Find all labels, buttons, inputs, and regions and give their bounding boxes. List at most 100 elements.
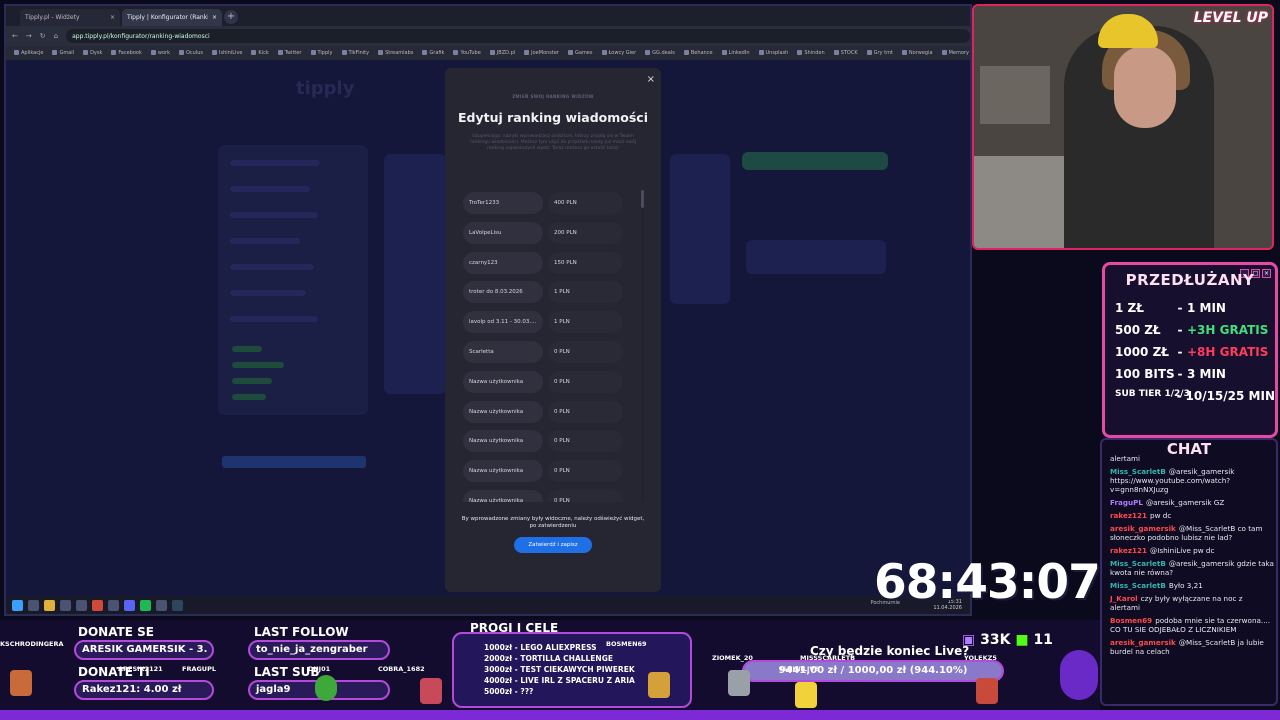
chat-username[interactable]: Miss_ScarletB <box>1110 467 1166 476</box>
tab-configurator[interactable]: Tipply | Konfigurator (Ranking × <box>122 9 222 26</box>
bookmark-item[interactable]: JBZD.pl <box>490 50 515 56</box>
app-icon[interactable] <box>76 599 87 611</box>
bookmark-item[interactable]: Behance <box>684 50 713 56</box>
scrollbar-thumb[interactable] <box>641 190 644 208</box>
rows-scrollbar[interactable] <box>641 190 644 502</box>
username-field[interactable]: LaVolpeLisu <box>463 221 543 244</box>
amount-field[interactable]: 0 PLN <box>548 340 623 363</box>
chat-username[interactable]: Bosmen69 <box>1110 616 1152 625</box>
search-icon[interactable] <box>28 599 39 611</box>
steam-icon[interactable] <box>172 599 183 611</box>
home-icon[interactable]: ⌂ <box>54 32 58 40</box>
bookmark-item[interactable]: LinkedIn <box>722 50 750 56</box>
username-field[interactable]: lavolp od 3.11 - 30.03.... <box>463 311 543 334</box>
username-field[interactable]: Nazwa użytkownika <box>463 489 543 502</box>
last-follow-label: LAST FOLLOW <box>254 625 349 639</box>
bookmark-item[interactable]: Facebook <box>111 50 142 56</box>
bookmark-item[interactable]: STOCK <box>834 50 858 56</box>
pixel-sprite <box>728 670 750 696</box>
chat-message: FraguPL @aresik_gamersik GZ <box>1110 498 1274 507</box>
bookmark-item[interactable]: JoeMonster <box>524 50 559 56</box>
chrome-icon[interactable] <box>92 599 103 611</box>
spotify-icon[interactable] <box>140 599 151 611</box>
discord-icon[interactable] <box>124 599 135 611</box>
bookmark-item[interactable]: Grafik <box>422 50 444 56</box>
amount-field[interactable]: 200 PLN <box>548 221 623 244</box>
new-tab-button[interactable]: + <box>224 10 238 24</box>
bookmark-item[interactable]: Streamlabs <box>378 50 413 56</box>
forward-icon[interactable]: → <box>26 32 32 40</box>
bookmark-item[interactable]: Aplikacje <box>14 50 43 56</box>
amount-field[interactable]: 0 PLN <box>548 489 623 502</box>
username-field[interactable]: Nazwa użytkownika <box>463 370 543 393</box>
viewer-nickname: KSCHRODINGERA <box>0 640 64 648</box>
chat-username[interactable]: J_Karol <box>1110 594 1138 603</box>
bookmark-item[interactable]: Unsplash <box>759 50 789 56</box>
bookmark-item[interactable]: Shinden <box>797 50 824 56</box>
bookmark-item[interactable]: GG.deals <box>645 50 675 56</box>
viewer-nickname: COBRA_1682 <box>378 665 425 673</box>
app-icon[interactable] <box>108 599 119 611</box>
viewer-nickname: DUJ01 <box>308 665 331 673</box>
chat-username[interactable]: aresik_gamersik <box>1110 638 1176 647</box>
rule-reward: 10/15/25 MIN <box>1185 389 1276 403</box>
amount-field[interactable]: 150 PLN <box>548 251 623 274</box>
close-icon[interactable]: × <box>647 74 655 85</box>
bookmark-item[interactable]: YouTube <box>453 50 480 56</box>
back-icon[interactable]: ← <box>12 32 18 40</box>
amount-field[interactable]: 0 PLN <box>548 460 623 483</box>
username-field[interactable]: troter do 8.03.2026 <box>463 281 543 304</box>
amount-field[interactable]: 1 PLN <box>548 311 623 334</box>
bookmark-item[interactable]: Dysk <box>83 50 102 56</box>
chat-username[interactable]: FraguPL <box>1110 498 1143 507</box>
bookmark-item[interactable]: TikFinity <box>342 50 370 56</box>
folder-icon[interactable] <box>44 599 55 611</box>
close-icon[interactable]: × <box>110 14 115 21</box>
start-icon[interactable] <box>12 599 23 611</box>
username-field[interactable]: Nazwa użytkownika <box>463 400 543 423</box>
rule-amount: 100 BITS <box>1115 367 1175 381</box>
bookmark-item[interactable]: Gry tmt <box>867 50 893 56</box>
amount-field[interactable]: 0 PLN <box>548 430 623 453</box>
bookmark-item[interactable]: work <box>151 50 170 56</box>
bookmark-item[interactable]: Norwegia <box>902 50 933 56</box>
rule-amount: 1 ZŁ <box>1115 301 1144 315</box>
chat-username[interactable]: rakez121 <box>1110 546 1147 555</box>
amount-field[interactable]: 0 PLN <box>548 400 623 423</box>
ranking-row: Nazwa użytkownika 0 PLN <box>463 460 643 483</box>
bookmark-item[interactable]: Twitter <box>278 50 302 56</box>
amount-field[interactable]: 0 PLN <box>548 370 623 393</box>
chat-username[interactable]: rakez121 <box>1110 511 1147 520</box>
username-field[interactable]: Nazwa użytkownika <box>463 460 543 483</box>
chat-message: alertami <box>1110 454 1274 463</box>
level-up-logo: LEVEL UP <box>1193 10 1268 26</box>
bottom-strip <box>0 710 1280 720</box>
chat-username[interactable]: aresik_gamersik <box>1110 524 1176 533</box>
ranking-row: Nazwa użytkownika 0 PLN <box>463 370 643 393</box>
bookmark-item[interactable]: Oculus <box>179 50 203 56</box>
bookmark-item[interactable]: Games <box>568 50 593 56</box>
bookmark-item[interactable]: IshiniLive <box>212 50 242 56</box>
chat-username[interactable]: Miss_ScarletB <box>1110 559 1166 568</box>
url-field[interactable]: app.tipply.pl/konfigurator/ranking-wiado… <box>66 29 970 43</box>
close-icon[interactable]: × <box>212 14 217 21</box>
chat-username[interactable]: Miss_ScarletB <box>1110 581 1166 590</box>
username-field[interactable]: czarny123 <box>463 251 543 274</box>
ranking-row: lavolp od 3.11 - 30.03.... 1 PLN <box>463 311 643 334</box>
bookmark-item[interactable]: Łowcy Gier <box>602 50 637 56</box>
bookmark-item[interactable]: Gmail <box>52 50 74 56</box>
amount-field[interactable]: 1 PLN <box>548 281 623 304</box>
app-icon[interactable] <box>60 599 71 611</box>
reload-icon[interactable]: ↻ <box>40 32 46 40</box>
bookmark-item[interactable]: Tipply <box>311 50 333 56</box>
amount-field[interactable]: 400 PLN <box>548 192 623 214</box>
bookmark-item[interactable]: Kick <box>251 50 268 56</box>
username-field[interactable]: TroTer1233 <box>463 192 543 214</box>
confirm-save-button[interactable]: Zatwierdź i zapisz <box>514 537 592 553</box>
app-icon[interactable] <box>156 599 167 611</box>
bookmark-item[interactable]: Memory 5 <box>942 50 970 56</box>
username-field[interactable]: Scarletta <box>463 340 543 363</box>
tab-widgets[interactable]: Tipply.pl - Widżety × <box>20 9 120 26</box>
username-field[interactable]: Nazwa użytkownika <box>463 430 543 453</box>
rule-reward: +8H GRATIS <box>1187 345 1269 359</box>
